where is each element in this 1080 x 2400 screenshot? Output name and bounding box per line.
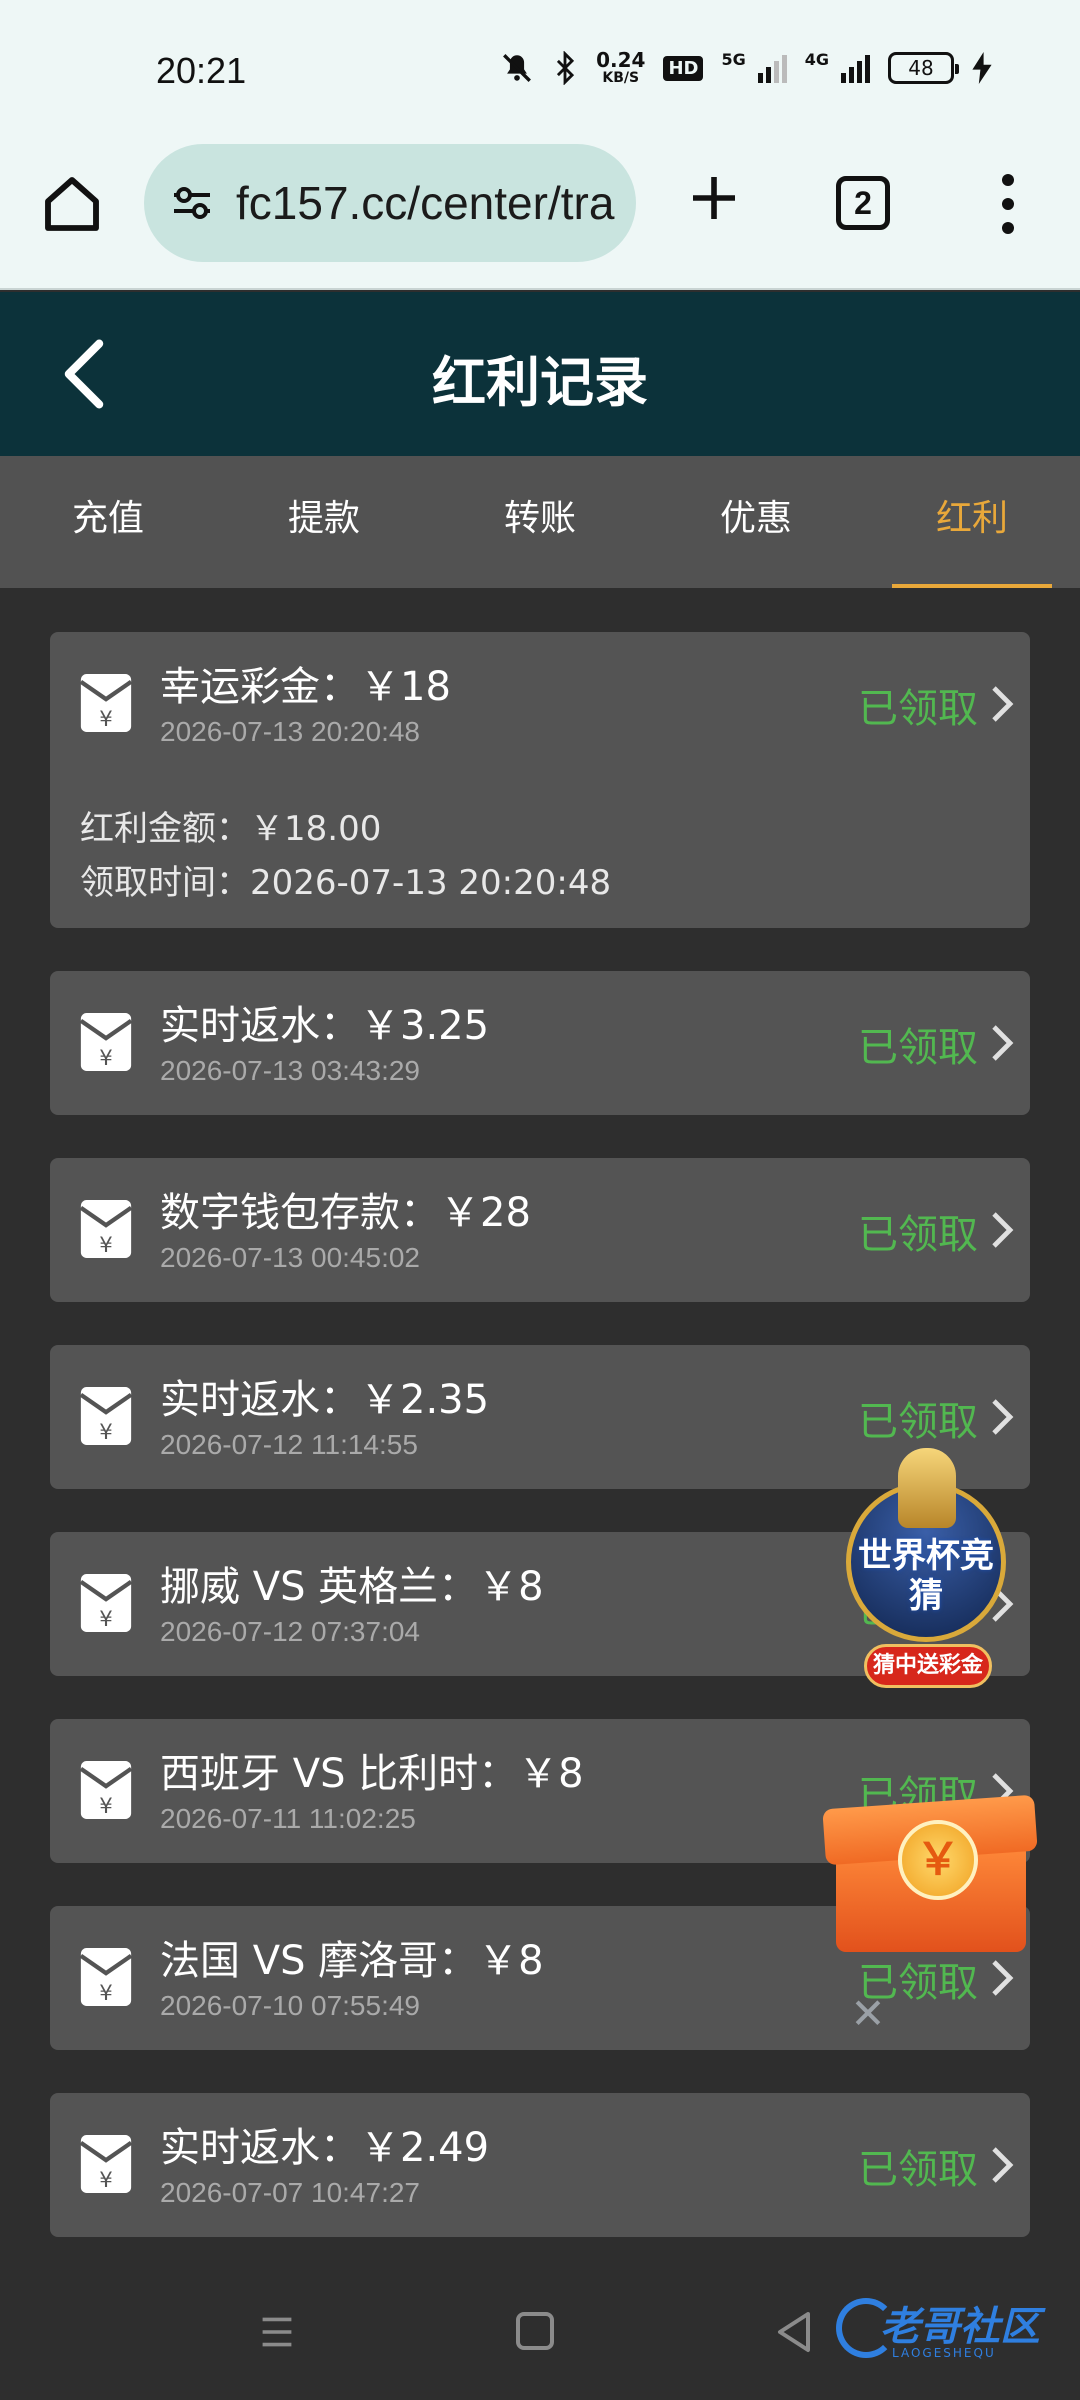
record-date: 2026-07-11 11:02:25 — [160, 1803, 416, 1834]
envelope-yuan-icon: ¥ — [80, 1200, 132, 1258]
record-title: 实时返水：￥2.35 — [160, 1377, 490, 1423]
signal-5g-label: 5G — [721, 50, 746, 69]
url-text[interactable]: fc157.cc/center/tra — [236, 176, 614, 230]
record-status: 已领取 — [858, 1025, 978, 1071]
svg-text:¥: ¥ — [99, 1420, 113, 1445]
svg-text:¥: ¥ — [99, 1794, 113, 1819]
record-card[interactable]: ¥ 实时返水：￥2.49 2026-07-07 10:47:27 已领取 — [50, 2093, 1030, 2237]
record-title: 挪威 VS 英格兰：￥8 — [160, 1564, 544, 1610]
envelope-yuan-icon: ¥ — [80, 2135, 132, 2193]
record-date: 2026-07-10 07:55:49 — [160, 1990, 420, 2021]
world-cup-title: 世界杯竞猜 — [858, 1536, 994, 1616]
watermark-subtext: LAOGESHEQU — [892, 2346, 996, 2360]
chevron-right-icon — [992, 2147, 1014, 2183]
bluetooth-icon — [557, 51, 575, 85]
hd-badge: HD — [663, 55, 704, 81]
world-cup-ribbon: 猜中送彩金 — [864, 1644, 992, 1688]
tab-bonus[interactable]: 红利 — [864, 456, 1080, 588]
record-title: 实时返水：￥2.49 — [160, 2125, 490, 2171]
record-date: 2026-07-13 03:43:29 — [160, 1055, 420, 1086]
record-title: 西班牙 VS 比利时：￥8 — [160, 1751, 584, 1797]
net-speed-unit: KB/S — [602, 70, 640, 86]
record-title: 法国 VS 摩洛哥：￥8 — [160, 1938, 544, 1984]
envelope-yuan-icon: ¥ — [80, 1574, 132, 1632]
net-speed: 0.24 KB/S — [596, 50, 645, 86]
status-time: 20:21 — [156, 50, 247, 91]
tab-transfer[interactable]: 转账 — [432, 456, 648, 588]
tab-promotion[interactable]: 优惠 — [648, 456, 864, 588]
chevron-right-icon — [992, 686, 1014, 722]
signal-4g-label: 4G — [804, 50, 829, 69]
charging-icon — [972, 52, 992, 84]
signal-5g-icon — [757, 53, 787, 83]
app-header: 红利记录 — [0, 292, 1080, 456]
browser-toolbar: fc157.cc/center/tra 2 — [0, 140, 1080, 290]
record-title: 幸运彩金：￥18 — [160, 664, 451, 710]
gift-coin-icon: ￥ — [898, 1820, 978, 1900]
home-icon[interactable] — [40, 172, 104, 236]
battery-level: 48 — [908, 56, 934, 80]
envelope-yuan-icon: ¥ — [80, 1387, 132, 1445]
new-tab-icon[interactable] — [686, 170, 742, 226]
address-bar[interactable]: fc157.cc/center/tra — [144, 144, 636, 262]
record-date: 2026-07-12 07:37:04 — [160, 1616, 420, 1647]
record-card[interactable]: ¥ 数字钱包存款：￥28 2026-07-13 00:45:02 已领取 — [50, 1158, 1030, 1302]
battery-icon: 48 — [888, 52, 959, 84]
svg-text:¥: ¥ — [99, 2168, 113, 2193]
record-detail: 红利金额：￥18.00 领取时间：2026-07-13 20:20:48 — [80, 802, 611, 910]
svg-text:¥: ¥ — [99, 1046, 113, 1071]
world-cup-promo-button[interactable]: 世界杯竞猜 猜中送彩金 — [812, 1448, 1038, 1688]
record-date: 2026-07-13 20:20:48 — [160, 716, 420, 747]
tab-switcher-button[interactable]: 2 — [836, 176, 890, 230]
envelope-yuan-icon: ¥ — [80, 674, 132, 732]
chevron-right-icon — [992, 1212, 1014, 1248]
record-status: 已领取 — [858, 1212, 978, 1258]
record-date: 2026-07-07 10:47:27 — [160, 2177, 420, 2208]
gift-close-icon[interactable]: ✕ — [848, 1993, 888, 2035]
watermark-text: 老哥社区 — [880, 2304, 1040, 2350]
chevron-right-icon — [992, 1399, 1014, 1435]
record-status: 已领取 — [858, 2147, 978, 2193]
record-status: 已领取 — [858, 1399, 978, 1445]
record-date: 2026-07-12 11:14:55 — [160, 1429, 418, 1460]
overflow-menu-icon[interactable] — [990, 174, 1026, 234]
record-type-tabs: 充值 提款 转账 优惠 红利 — [0, 456, 1080, 588]
tab-withdraw[interactable]: 提款 — [216, 456, 432, 588]
svg-text:¥: ¥ — [99, 1607, 113, 1632]
gift-box-promo-button[interactable]: ￥ — [820, 1750, 1050, 1970]
record-title: 实时返水：￥3.25 — [160, 1003, 490, 1049]
system-nav-bar: 老哥社区 LAOGESHEQU — [0, 2250, 1080, 2400]
status-bar: 20:21 0.24 KB/S HD 5G 4G 48 — [0, 0, 1080, 140]
watermark-logo: 老哥社区 LAOGESHEQU — [836, 2290, 1066, 2376]
trophy-icon — [898, 1448, 956, 1528]
envelope-yuan-icon: ¥ — [80, 1013, 132, 1071]
envelope-yuan-icon: ¥ — [80, 1761, 132, 1819]
record-date: 2026-07-13 00:45:02 — [160, 1242, 420, 1273]
back-nav-icon[interactable] — [774, 2310, 814, 2354]
chevron-right-icon — [992, 1025, 1014, 1061]
svg-text:¥: ¥ — [99, 1233, 113, 1258]
svg-text:¥: ¥ — [99, 707, 113, 732]
signal-4g-icon — [841, 53, 870, 83]
detail-amount: 红利金额：￥18.00 — [80, 809, 382, 849]
home-nav-icon[interactable] — [516, 2312, 554, 2350]
envelope-yuan-icon: ¥ — [80, 1948, 132, 2006]
svg-text:¥: ¥ — [99, 1981, 113, 2006]
mute-bell-icon — [503, 54, 532, 82]
record-card[interactable]: ¥ 幸运彩金：￥18 2026-07-13 20:20:48 已领取 红利金额：… — [50, 632, 1030, 928]
record-card[interactable]: ¥ 实时返水：￥3.25 2026-07-13 03:43:29 已领取 — [50, 971, 1030, 1115]
record-status: 已领取 — [858, 686, 978, 732]
net-speed-value: 0.24 — [596, 48, 646, 72]
detail-time: 领取时间：2026-07-13 20:20:48 — [80, 863, 612, 903]
record-title: 数字钱包存款：￥28 — [160, 1190, 531, 1236]
tab-recharge[interactable]: 充值 — [0, 456, 216, 588]
recent-apps-icon[interactable] — [258, 2314, 296, 2350]
status-icons: 0.24 KB/S HD 5G 4G 48 — [500, 50, 992, 86]
site-settings-icon[interactable] — [168, 179, 216, 227]
page-title: 红利记录 — [432, 351, 648, 414]
